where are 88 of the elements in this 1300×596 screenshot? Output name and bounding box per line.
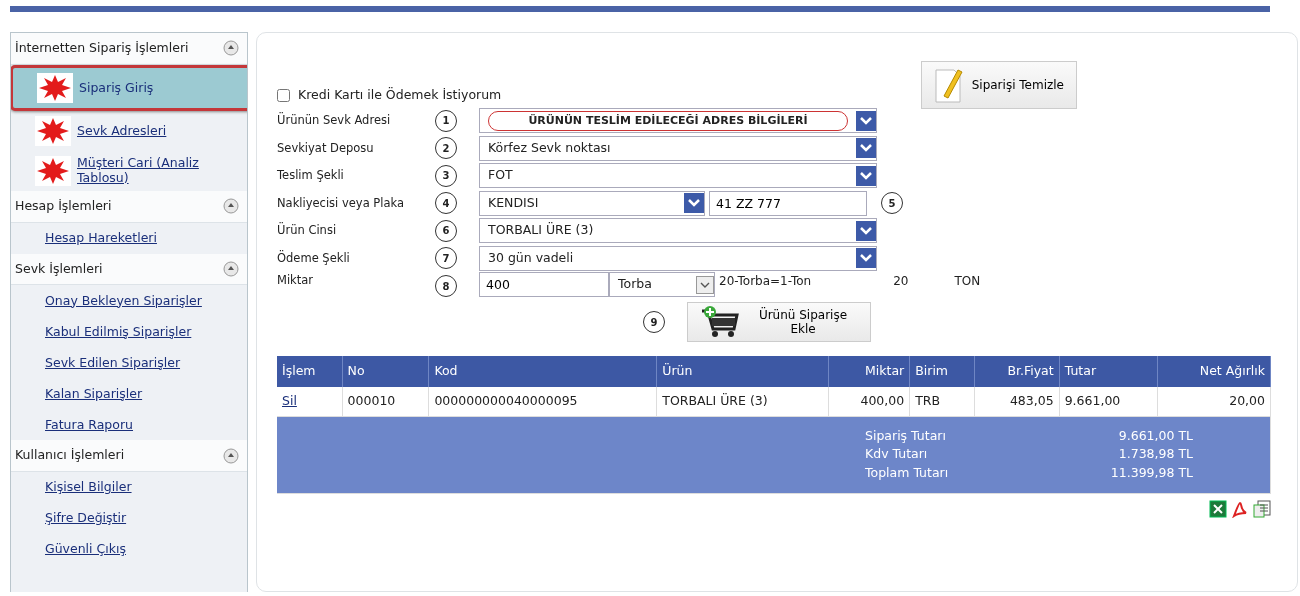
- unit-text: TON: [954, 273, 981, 290]
- sidebar-item[interactable]: Sevk Adresleri: [11, 110, 247, 151]
- table-cell: 20,00: [1157, 386, 1271, 416]
- group-header[interactable]: Kullanıcı İşlemleri: [11, 440, 247, 472]
- number-marker: 5: [881, 192, 903, 215]
- column-header: Miktar: [828, 356, 910, 387]
- sidebar-item[interactable]: Hesap Hareketleri: [11, 222, 247, 254]
- clear-order-button[interactable]: Siparişi Temizle: [920, 61, 1077, 109]
- group-title: İnternetten Sipariş İşlemleri: [15, 39, 189, 57]
- number-marker: 1: [435, 109, 457, 132]
- quantity-field[interactable]: 400: [479, 272, 609, 297]
- field-label: Sevkiyat Deposu: [277, 139, 375, 157]
- starburst-icon: [37, 72, 73, 103]
- select-field[interactable]: ÜRÜNÜN TESLİM EDİLECEĞİ ADRES BİLGİLERİ: [479, 108, 877, 134]
- summary-label: Sipariş Tutarı: [865, 426, 947, 445]
- summary-value: 9.661,00 TL: [1117, 426, 1193, 445]
- sidebar-item[interactable]: Kalan Siparişler: [11, 378, 247, 410]
- sidebar-item[interactable]: Sevk Edilen Siparişler: [11, 347, 247, 379]
- group-title: Kullanıcı İşlemleri: [15, 446, 125, 465]
- sidebar-item[interactable]: Onay Bekleyen Siparişler: [11, 285, 247, 317]
- text-field[interactable]: 41 ZZ 777: [709, 190, 867, 216]
- export-icon[interactable]: [1253, 499, 1271, 518]
- collapse-toggle-icon: [223, 260, 239, 277]
- unit-select[interactable]: Torba: [609, 272, 715, 297]
- group-header[interactable]: Sevk İşlemleri: [11, 253, 247, 286]
- sidebar-item[interactable]: Kişisel Bilgiler: [11, 472, 247, 503]
- field-label: Ödeme Şekli: [277, 249, 351, 267]
- sidebar-item[interactable]: Fatura Raporu: [11, 409, 247, 441]
- field-label: Ürün Cinsi: [277, 222, 338, 240]
- conversion-note: 20-Torba=1-Ton: [719, 273, 812, 290]
- summary-value: 1.738,98 TL: [1117, 445, 1193, 464]
- table-cell: 000010: [342, 386, 429, 416]
- sidebar-item[interactable]: Sipariş Giriş: [11, 64, 247, 111]
- number-marker: 2: [435, 137, 457, 160]
- select-field[interactable]: 30 gün vadeli: [479, 245, 877, 271]
- sidebar-item[interactable]: Kabul Edilmiş Siparişler: [11, 316, 247, 348]
- table-cell: 400,00: [828, 386, 910, 416]
- cart-plus-icon: [700, 305, 740, 339]
- table-cell: 9.661,00: [1059, 386, 1158, 416]
- column-header: Birim: [909, 356, 975, 387]
- column-header: No: [342, 356, 429, 387]
- summary-value: 11.399,98 TL: [1109, 464, 1193, 482]
- notepad-pencil-icon: [933, 66, 964, 104]
- field-label: Miktar: [277, 272, 315, 289]
- column-header: İşlem: [277, 356, 343, 387]
- amount-text: 20: [893, 273, 909, 290]
- select-field[interactable]: FOT: [479, 163, 877, 189]
- starburst-icon: [35, 115, 71, 146]
- number-marker: 8: [435, 275, 457, 297]
- table-cell: 000000000040000095: [428, 386, 657, 416]
- spreadsheet-icon[interactable]: [1209, 499, 1227, 518]
- group-title: Sevk İşlemleri: [15, 259, 103, 278]
- sidebar-item[interactable]: Şifre Değiştir: [11, 503, 247, 534]
- summary-label: Kdv Tutarı: [865, 445, 929, 464]
- sidebar-item[interactable]: Müşteri Cari (Analiz Tablosu): [11, 150, 247, 191]
- select-field[interactable]: TORBALI ÜRE (3): [479, 218, 877, 244]
- number-marker: 9: [643, 311, 665, 333]
- number-marker: 6: [435, 219, 457, 242]
- delete-link[interactable]: Sil: [282, 392, 297, 408]
- group-header[interactable]: İnternetten Sipariş İşlemleri: [11, 33, 247, 65]
- checkbox[interactable]: [277, 88, 290, 102]
- table-cell: TRB: [909, 386, 975, 416]
- number-marker: 4: [435, 192, 457, 215]
- starburst-icon: [35, 155, 71, 186]
- collapse-toggle-icon: [223, 447, 239, 464]
- checkbox-label: Kredi Kartı ile Ödemek İstiyorum: [298, 85, 502, 104]
- add-to-order-button[interactable]: Ürünü Siparişe Ekle: [687, 302, 871, 342]
- table-cell: TORBALI ÜRE (3): [656, 386, 829, 416]
- column-header: Ürün: [656, 356, 829, 387]
- field-label: Teslim Şekli: [277, 167, 345, 185]
- column-header: Kod: [428, 356, 657, 387]
- group-header[interactable]: Hesap İşlemleri: [11, 190, 247, 223]
- column-header: Net Ağırlık: [1157, 356, 1271, 387]
- collapse-toggle-icon: [223, 198, 239, 215]
- summary-label: Toplam Tutarı: [865, 464, 950, 482]
- field-label: Ürünün Sevk Adresi: [277, 112, 392, 130]
- select-field[interactable]: KENDISI: [479, 190, 705, 216]
- column-header: Tutar: [1059, 356, 1158, 387]
- number-marker: 3: [435, 164, 457, 187]
- column-header: Br.Fiyat: [974, 356, 1060, 387]
- pdf-icon[interactable]: [1231, 499, 1249, 518]
- sidebar-item[interactable]: Güvenli Çıkış: [11, 534, 247, 565]
- select-field[interactable]: Körfez Sevk noktası: [479, 135, 877, 161]
- collapse-toggle-icon: [223, 40, 239, 57]
- field-label: Nakliyecisi veya Plaka: [277, 194, 405, 212]
- number-marker: 7: [435, 247, 457, 270]
- table-cell: 483,05: [974, 386, 1060, 416]
- group-title: Hesap İşlemleri: [15, 196, 112, 215]
